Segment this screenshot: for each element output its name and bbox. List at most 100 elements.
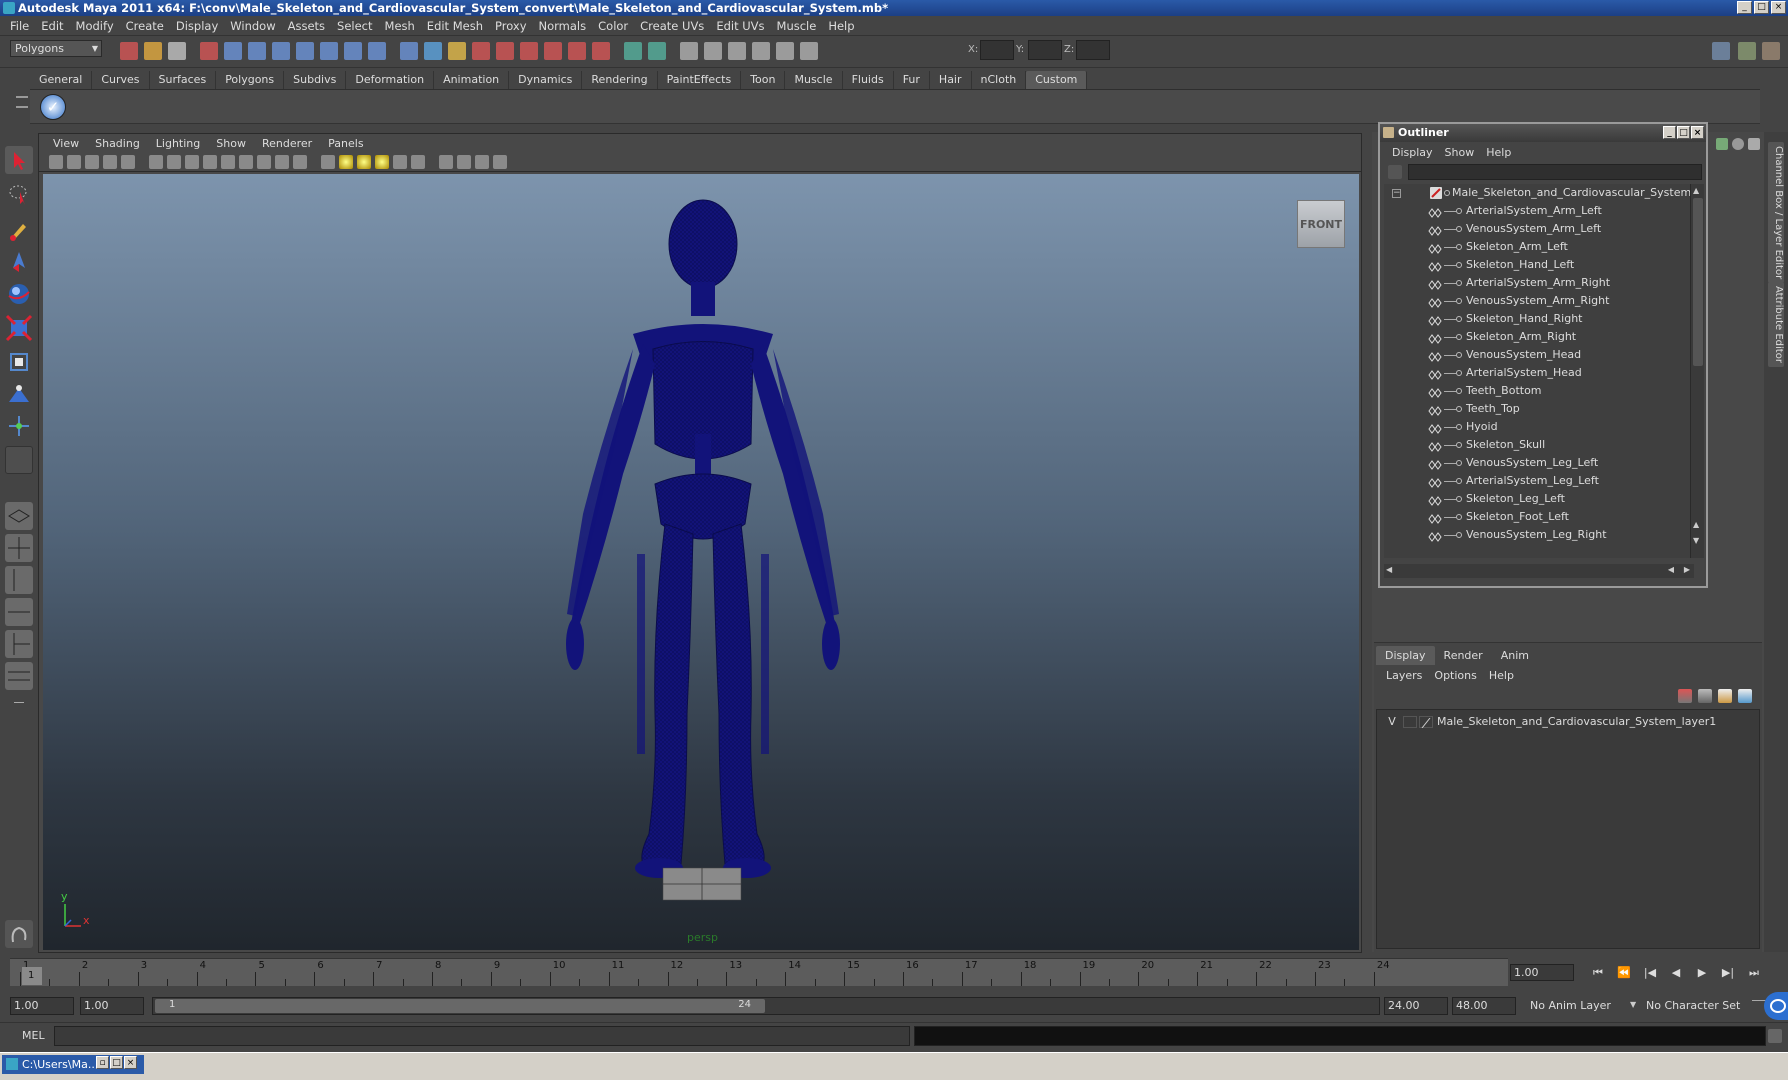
scroll-up-icon[interactable]: ▲ [1693, 186, 1699, 195]
viewport-tool-icon-10[interactable] [221, 155, 235, 169]
playback-button-3[interactable]: |◀ [1642, 966, 1658, 980]
status-tool-icon-12[interactable] [400, 42, 418, 60]
select-tool-icon[interactable] [5, 146, 33, 174]
shelf-tab-muscle[interactable]: Muscle [785, 71, 843, 89]
status-tool-icon-3[interactable] [168, 42, 186, 60]
viewport-tool-icon-14[interactable] [293, 155, 307, 169]
viewport-tool-icon-17[interactable] [357, 155, 371, 169]
layer-menu-options[interactable]: Options [1428, 669, 1482, 682]
four-view-layout-icon[interactable] [5, 534, 33, 562]
taskbar-restore-button[interactable]: ▫ [96, 1056, 109, 1069]
hypershade-layout-icon[interactable] [5, 630, 33, 658]
viewport-tool-icon-3[interactable] [85, 155, 99, 169]
outliner-close-button[interactable]: × [1691, 126, 1704, 139]
time-slider[interactable]: 1 2 3 4 5 6 7 8 9 10 11 12 13 14 15 16 17 18 19 20 21 22 23 24 1 [10, 958, 1508, 986]
layer-tab-render[interactable]: Render [1435, 646, 1492, 665]
outliner-item[interactable]: Skeleton_Hand_Right [1384, 310, 1684, 328]
viewport-tool-icon-15[interactable] [321, 155, 335, 169]
viewport-tool-icon-5[interactable] [121, 155, 135, 169]
outliner-filter-input[interactable] [1408, 164, 1702, 180]
persp-graph-layout-icon[interactable] [5, 598, 33, 626]
status-tool-icon-15[interactable] [472, 42, 490, 60]
menu-create[interactable]: Create [120, 19, 170, 33]
range-slider-thumb[interactable]: 1 24 [155, 999, 765, 1013]
status-tool-icon-24[interactable] [704, 42, 722, 60]
viewport-tool-icon-2[interactable] [67, 155, 81, 169]
outliner-item[interactable]: Skeleton_Foot_Left [1384, 508, 1684, 526]
viewport-tool-icon-13[interactable] [275, 155, 289, 169]
status-tool-icon-26[interactable] [752, 42, 770, 60]
status-tool-icon-10[interactable] [344, 42, 362, 60]
menu-proxy[interactable]: Proxy [489, 19, 533, 33]
shelf-tab-general[interactable]: General [30, 71, 93, 89]
viewport-tool-icon-19[interactable] [393, 155, 407, 169]
menu-set-dropdown[interactable]: Polygons [10, 40, 102, 57]
viewport-tool-icon-6[interactable] [149, 155, 163, 169]
layer-tab-anim[interactable]: Anim [1492, 646, 1538, 665]
outliner-item[interactable]: ArterialSystem_Arm_Left [1384, 202, 1684, 220]
layer-type-toggle[interactable] [1403, 716, 1417, 728]
scale-tool-icon[interactable] [5, 314, 33, 342]
current-time-marker[interactable]: 1 [22, 967, 42, 985]
outliner-root-item[interactable]: − Male_Skeleton_and_Cardiovascular_Syste… [1384, 184, 1691, 202]
shelf-tab-deformation[interactable]: Deformation [346, 71, 435, 89]
viewport-tool-icon-22[interactable] [457, 155, 471, 169]
checkmark-shelf-icon[interactable]: ✓ [40, 94, 66, 120]
universal-manipulator-icon[interactable] [5, 348, 33, 376]
taskbar-close-button[interactable]: × [124, 1056, 137, 1069]
layer-color-swatch[interactable] [1419, 716, 1433, 729]
shelf-tab-animation[interactable]: Animation [434, 71, 510, 89]
viewport-tool-icon-23[interactable] [475, 155, 489, 169]
z-field[interactable] [1076, 40, 1110, 60]
status-tool-icon-17[interactable] [520, 42, 538, 60]
outliner-item[interactable]: VenousSystem_Arm_Left [1384, 220, 1684, 238]
scene-view[interactable]: FRONT y x persp [43, 174, 1359, 950]
channel-icon-1[interactable] [1716, 138, 1728, 150]
shelf-tab-polygons[interactable]: Polygons [216, 71, 285, 89]
single-perspective-layout-icon[interactable] [5, 502, 33, 530]
viewport-tool-icon-4[interactable] [103, 155, 117, 169]
viewport-tool-icon-20[interactable] [411, 155, 425, 169]
y-field[interactable] [1028, 40, 1062, 60]
shelf-tab-rendering[interactable]: Rendering [582, 71, 658, 89]
outliner-item[interactable]: VenousSystem_Leg_Right [1384, 526, 1684, 544]
status-tool-icon-11[interactable] [368, 42, 386, 60]
playback-button-4[interactable]: ◀ [1668, 966, 1684, 980]
status-tool-icon-4[interactable] [200, 42, 218, 60]
menu-modify[interactable]: Modify [70, 19, 120, 33]
channel-box-toggle-icon[interactable] [1712, 42, 1730, 60]
shelf-tab-surfaces[interactable]: Surfaces [150, 71, 217, 89]
shelf-tab-hair[interactable]: Hair [930, 71, 972, 89]
outliner-item[interactable]: Teeth_Top [1384, 400, 1684, 418]
menu-help[interactable]: Help [822, 19, 860, 33]
layer-row[interactable]: V Male_Skeleton_and_Cardiovascular_Syste… [1381, 714, 1757, 730]
viewport-tool-icon-11[interactable] [239, 155, 253, 169]
attribute-editor-toggle-icon[interactable] [1738, 42, 1756, 60]
status-tool-icon-22[interactable] [648, 42, 666, 60]
viewport-tool-icon-21[interactable] [439, 155, 453, 169]
status-tool-icon-28[interactable] [800, 42, 818, 60]
outliner-scroll-thumb[interactable] [1693, 198, 1703, 366]
layout-options-icon[interactable] [5, 694, 33, 712]
anim-layer-dropdown-arrow-icon[interactable]: ▼ [1630, 1000, 1636, 1009]
shelf-tab-dynamics[interactable]: Dynamics [509, 71, 583, 89]
shelf-tab-fur[interactable]: Fur [894, 71, 930, 89]
status-tool-icon-7[interactable] [272, 42, 290, 60]
shelf-tab-subdivs[interactable]: Subdivs [284, 71, 347, 89]
taskbar-maximize-button[interactable]: □ [110, 1056, 123, 1069]
rotate-tool-icon[interactable] [5, 280, 33, 308]
minimize-button[interactable]: _ [1737, 1, 1752, 14]
playback-button-7[interactable]: ⏭ [1746, 966, 1762, 980]
tab-channel-box[interactable]: Channel Box / Layer Editor [1768, 142, 1784, 284]
outliner-menu-show[interactable]: Show [1439, 146, 1481, 159]
outliner-item[interactable]: Skeleton_Hand_Left [1384, 256, 1684, 274]
script-editor-icon[interactable] [1768, 1029, 1782, 1043]
menu-color[interactable]: Color [592, 19, 634, 33]
shelf-tab-fluids[interactable]: Fluids [843, 71, 894, 89]
collapse-icon[interactable]: − [1392, 189, 1401, 198]
show-manipulator-icon[interactable] [5, 412, 33, 440]
tool-settings-toggle-icon[interactable] [1762, 42, 1780, 60]
close-button[interactable]: × [1771, 1, 1786, 14]
layer-menu-help[interactable]: Help [1483, 669, 1520, 682]
maximize-button[interactable]: □ [1754, 1, 1769, 14]
